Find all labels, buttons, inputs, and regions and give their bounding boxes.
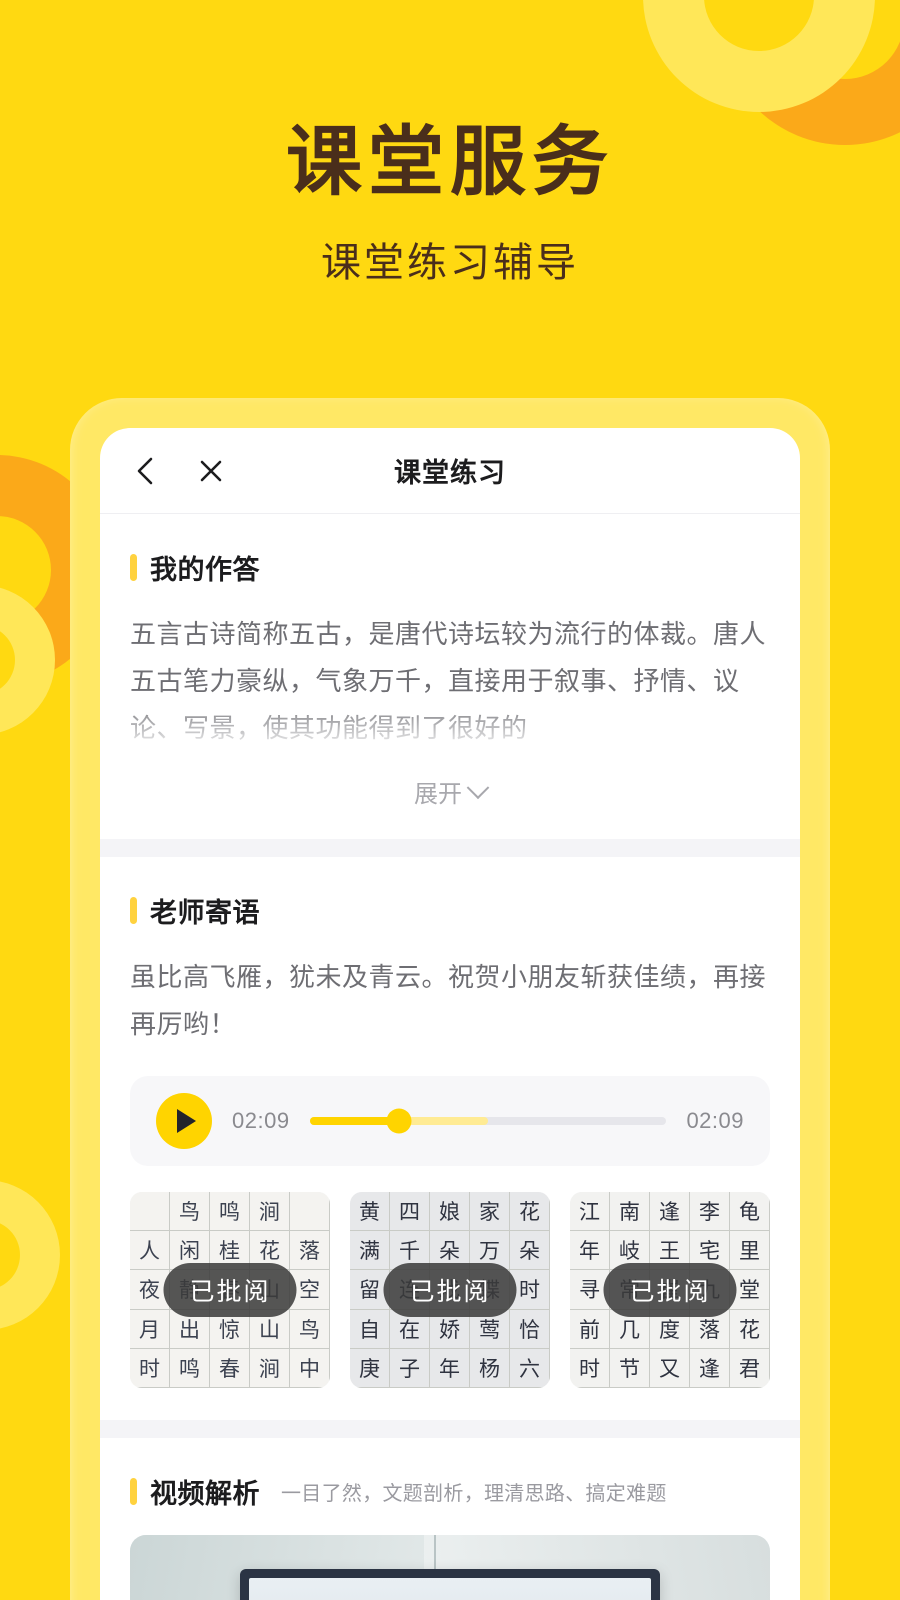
handwriting-cell: 落 xyxy=(290,1231,330,1271)
section-accent-bar xyxy=(130,897,137,924)
expand-label: 展开 xyxy=(414,781,462,808)
reviewed-badge: 已批阅 xyxy=(163,1263,297,1317)
my-answer-text: 五言古诗简称五古，是唐代诗坛较为流行的体裁。唐人五古笔力豪纵，气象万千，直接用于… xyxy=(130,619,767,743)
handwriting-cell: 花 xyxy=(510,1192,550,1232)
video-analysis-header: 视频解析 一目了然，文题剖析，理清思路、搞定难题 xyxy=(130,1438,770,1511)
app-header: 课堂练习 xyxy=(100,428,800,514)
video-analysis-section: 视频解析 一目了然，文题剖析，理清思路、搞定难题 xyxy=(100,1438,800,1600)
handwriting-cell: 鸟 xyxy=(170,1192,210,1232)
phone-screen: 课堂练习 我的作答 五言古诗简称五古，是唐代诗坛较为流行的体裁。唐人五古笔力豪纵… xyxy=(100,428,800,1600)
back-button[interactable] xyxy=(128,454,162,488)
handwriting-cell: 龟 xyxy=(730,1192,770,1232)
handwriting-cell: 逢 xyxy=(650,1192,690,1232)
my-answer-section: 我的作答 五言古诗简称五古，是唐代诗坛较为流行的体裁。唐人五古笔力豪纵，气象万千… xyxy=(100,514,800,839)
decorative-ring-bottom-left xyxy=(0,1180,60,1330)
handwriting-cell: 月 xyxy=(130,1309,170,1349)
homework-thumbnail[interactable]: 江南逢李龟年岐王宅里寻常崔九堂前几度落花时节又逢君已批阅 xyxy=(570,1192,770,1388)
handwriting-cell: 节 xyxy=(610,1348,650,1388)
handwriting-cell: 恰 xyxy=(510,1309,550,1349)
page-title: 课堂服务 xyxy=(286,117,614,206)
handwriting-cell: 六 xyxy=(510,1348,550,1388)
handwriting-cell: 南 xyxy=(610,1192,650,1232)
handwriting-cell: 鸟 xyxy=(290,1309,330,1349)
video-analysis-title: 视频解析 xyxy=(150,1479,260,1509)
handwriting-cell: 鸣 xyxy=(170,1348,210,1388)
expand-answer-button[interactable]: 展开 xyxy=(130,752,770,839)
handwriting-cell: 逢 xyxy=(690,1348,730,1388)
handwriting-cell: 前 xyxy=(570,1309,610,1349)
handwriting-cell: 子 xyxy=(390,1348,430,1388)
video-screen-surface xyxy=(249,1578,651,1600)
handwriting-cell xyxy=(130,1192,170,1232)
section-accent-bar xyxy=(130,1478,137,1505)
close-button[interactable] xyxy=(194,454,228,488)
handwriting-cell: 庚 xyxy=(350,1348,390,1388)
handwriting-cell: 君 xyxy=(730,1348,770,1388)
reviewed-badge: 已批阅 xyxy=(383,1263,517,1317)
homework-thumbnail-row: 鸟鸣涧人闲桂花落夜静春山空月出惊山鸟时鸣春涧中已批阅黄四娘家花满千朵万朵留连戏蝶… xyxy=(130,1192,770,1420)
handwriting-cell: 杨 xyxy=(470,1348,510,1388)
handwriting-cell: 满 xyxy=(350,1231,390,1271)
audio-progress-track[interactable] xyxy=(309,1108,667,1134)
section-divider xyxy=(100,839,800,857)
teacher-message-section: 老师寄语 虽比高飞雁，犹未及青云。祝贺小朋友斩获佳绩，再接再厉哟！ 02:09 … xyxy=(100,857,800,1420)
handwriting-cell: 黄 xyxy=(350,1192,390,1232)
my-answer-body: 五言古诗简称五古，是唐代诗坛较为流行的体裁。唐人五古笔力豪纵，气象万千，直接用于… xyxy=(130,611,770,752)
teacher-message-text: 虽比高飞雁，犹未及青云。祝贺小朋友斩获佳绩，再接再厉哟！ xyxy=(130,962,767,1039)
handwriting-cell: 年 xyxy=(430,1348,470,1388)
video-analysis-subtitle: 一目了然，文题剖析，理清思路、搞定难题 xyxy=(281,1483,667,1505)
handwriting-cell xyxy=(290,1192,330,1232)
handwriting-cell: 时 xyxy=(570,1348,610,1388)
handwriting-cell: 人 xyxy=(130,1231,170,1271)
handwriting-cell: 娘 xyxy=(430,1192,470,1232)
my-answer-title: 我的作答 xyxy=(150,555,260,585)
audio-player[interactable]: 02:09 02:09 xyxy=(130,1076,770,1166)
video-thumbnail[interactable] xyxy=(130,1535,770,1600)
handwriting-cell: 李 xyxy=(690,1192,730,1232)
handwriting-cell: 江 xyxy=(570,1192,610,1232)
chevron-down-icon xyxy=(466,775,490,799)
teacher-message-title: 老师寄语 xyxy=(150,898,260,928)
handwriting-cell: 家 xyxy=(470,1192,510,1232)
hero-banner: 课堂服务 课堂练习辅导 xyxy=(0,0,900,288)
handwriting-cell: 时 xyxy=(130,1348,170,1388)
play-triangle xyxy=(177,1109,196,1133)
audio-current-time: 02:09 xyxy=(232,1108,290,1133)
handwriting-cell: 四 xyxy=(390,1192,430,1232)
handwriting-cell: 春 xyxy=(210,1348,250,1388)
handwriting-cell: 又 xyxy=(650,1348,690,1388)
handwriting-cell: 里 xyxy=(730,1231,770,1271)
handwriting-cell: 涧 xyxy=(250,1348,290,1388)
homework-thumbnail[interactable]: 鸟鸣涧人闲桂花落夜静春山空月出惊山鸟时鸣春涧中已批阅 xyxy=(130,1192,330,1388)
section-accent-bar xyxy=(130,554,137,581)
section-divider xyxy=(100,1420,800,1438)
phone-mockup-frame: 课堂练习 我的作答 五言古诗简称五古，是唐代诗坛较为流行的体裁。唐人五古笔力豪纵… xyxy=(70,398,830,1600)
homework-thumbnail[interactable]: 黄四娘家花满千朵万朵留连戏蝶时自在娇莺恰庚子年杨六已批阅 xyxy=(350,1192,550,1388)
reviewed-badge: 已批阅 xyxy=(603,1263,737,1317)
video-classroom-screen xyxy=(240,1569,660,1600)
audio-progress-thumb[interactable] xyxy=(386,1108,412,1134)
handwriting-cell: 中 xyxy=(290,1348,330,1388)
handwriting-cell: 朵 xyxy=(510,1231,550,1271)
header-icon-group xyxy=(128,454,228,488)
page-subtitle: 课堂练习辅导 xyxy=(321,240,579,285)
handwriting-cell: 花 xyxy=(730,1309,770,1349)
my-answer-header: 我的作答 xyxy=(130,514,770,587)
audio-duration: 02:09 xyxy=(686,1108,744,1133)
handwriting-cell: 年 xyxy=(570,1231,610,1271)
play-icon[interactable] xyxy=(156,1093,212,1149)
handwriting-cell: 涧 xyxy=(250,1192,290,1232)
handwriting-cell: 鸣 xyxy=(210,1192,250,1232)
teacher-message-header: 老师寄语 xyxy=(130,857,770,930)
handwriting-cell: 自 xyxy=(350,1309,390,1349)
